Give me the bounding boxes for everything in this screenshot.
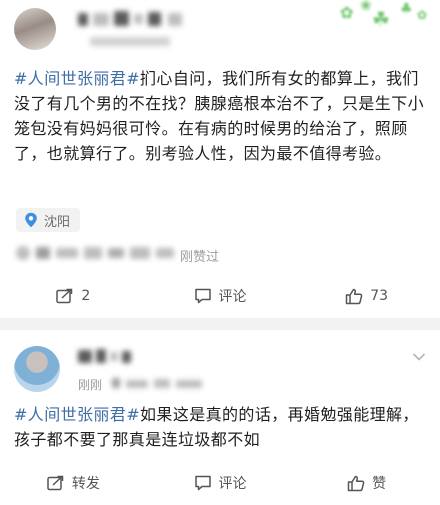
- like-button[interactable]: 73: [293, 281, 440, 311]
- topic-link[interactable]: #人间世张丽君#: [14, 69, 140, 88]
- location-label: 沈阳: [44, 214, 71, 230]
- comment-label: 评论: [218, 289, 247, 305]
- feed-post-1: ✿ ❀ ☘ ♣ ✿ #人间世张丽君#扪心自问，我们所有女的都算上，我们没了有几个…: [0, 0, 440, 318]
- like-count: 73: [370, 288, 389, 304]
- repost-button[interactable]: 转发: [0, 468, 147, 498]
- post-content: #人间世张丽君#如果这是真的的话，再婚勉强能理解，孩子都不要了那真是连垃圾都不如: [14, 402, 430, 452]
- comment-label: 评论: [218, 476, 247, 492]
- comment-button[interactable]: 评论: [147, 468, 294, 498]
- post-time: 刚刚: [78, 378, 103, 392]
- like-icon: [347, 475, 365, 491]
- share-button[interactable]: 2: [0, 281, 147, 311]
- repost-label: 转发: [71, 476, 100, 492]
- share-icon: [56, 288, 73, 304]
- comment-icon: [194, 475, 211, 491]
- share-icon: [47, 475, 64, 491]
- action-bar: 转发 评论 赞: [0, 468, 440, 498]
- comment-icon: [194, 288, 211, 304]
- avatar[interactable]: [14, 8, 56, 50]
- liked-status: 刚赞过: [180, 250, 220, 265]
- like-button[interactable]: 赞: [293, 468, 440, 498]
- post-separator: [0, 318, 440, 330]
- like-label: 赞: [372, 476, 387, 492]
- like-icon: [346, 288, 363, 304]
- share-count: 2: [81, 288, 91, 304]
- location-pin-icon: [25, 212, 37, 228]
- action-bar: 2 评论 73: [0, 281, 440, 311]
- topic-link[interactable]: #人间世张丽君#: [14, 405, 140, 424]
- location-tag[interactable]: 沈阳: [16, 208, 81, 232]
- comment-button[interactable]: 评论: [147, 281, 294, 311]
- avatar[interactable]: [14, 346, 60, 392]
- chevron-down-icon[interactable]: [412, 352, 426, 362]
- post-content: #人间世张丽君#扪心自问，我们所有女的都算上，我们没了有几个男的不在找？胰腺癌根…: [14, 66, 430, 166]
